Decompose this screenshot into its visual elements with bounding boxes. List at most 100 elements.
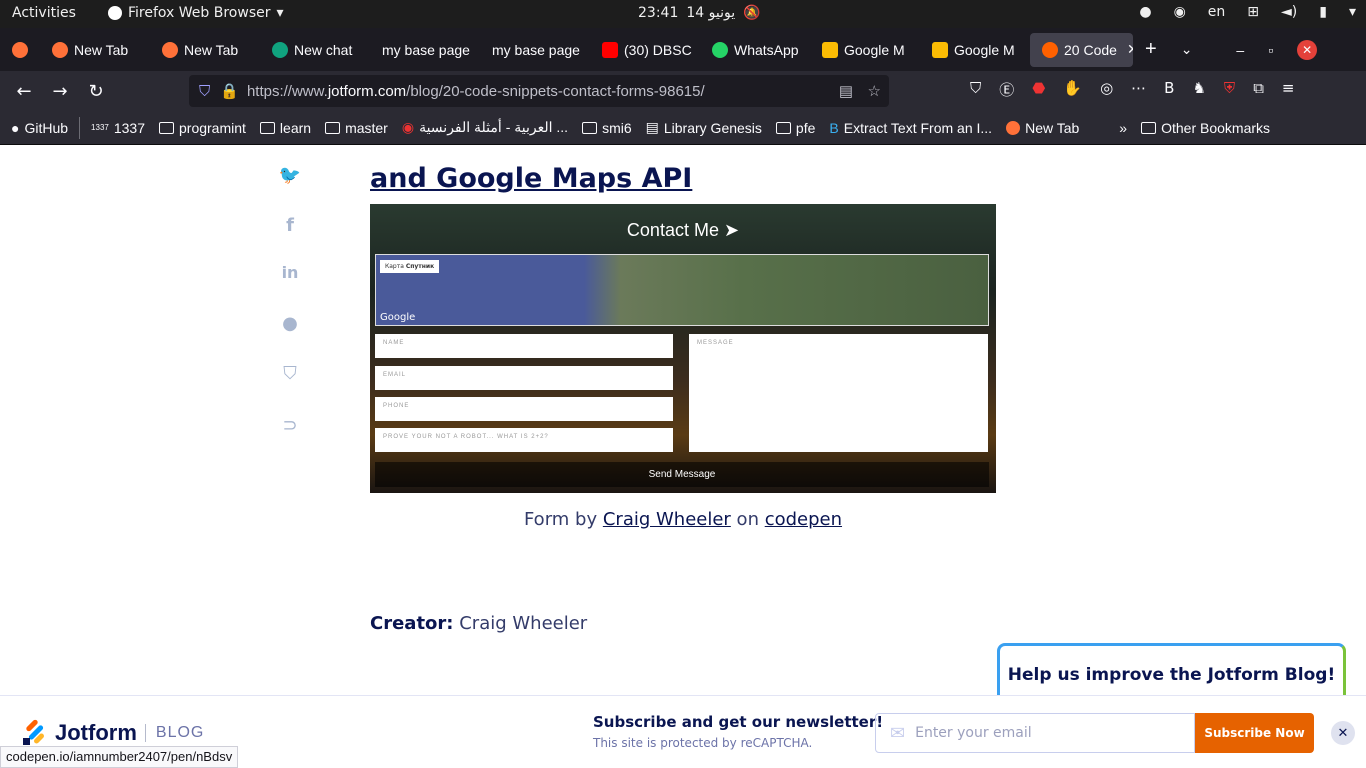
app-name: Firefox Web Browser [128,5,271,21]
lock-icon[interactable]: 🔒 [220,82,239,100]
forward-button[interactable]: → [42,75,78,107]
bookmark-label: GitHub [24,119,69,136]
tab[interactable]: my base page [480,28,590,71]
feedback-prompt[interactable]: Help us improve the Jotform Blog! [997,643,1346,703]
close-icon[interactable]: ✕ [1331,721,1355,745]
record-icon[interactable]: ◉ [1174,4,1186,20]
extension-bird-icon[interactable]: ♞ [1192,79,1205,100]
extension-e-icon[interactable]: Ⓔ [999,79,1014,100]
bookmark-folder-master[interactable]: master [318,120,395,136]
extension-b-icon[interactable]: B [1164,79,1174,100]
pocket-icon[interactable]: ⛉ [970,79,981,100]
reload-button[interactable]: ↻ [78,75,114,107]
bookmark-folder-programint[interactable]: programint [152,120,253,136]
bookmark-extract-text[interactable]: B Extract Text From an I... [822,120,999,136]
clock[interactable]: 23:41 14 يونيو 🔕 [638,5,761,21]
more-bookmarks-chevron-icon[interactable]: » [1112,120,1134,136]
globe-icon: ◉ [401,119,415,135]
reddit-icon[interactable]: ● [278,313,302,337]
tab[interactable]: New Tab [40,28,150,71]
email-field[interactable]: ✉ Enter your email [875,713,1195,753]
bookmark-label: smi6 [602,119,632,136]
tab[interactable]: New chat [260,28,370,71]
clock-time: 23:41 [638,5,679,21]
firefox-view-button[interactable] [0,28,40,71]
article-heading-link[interactable]: and Google Maps API [370,163,692,194]
google-meet-icon [932,41,948,58]
tab[interactable]: Google M [810,28,920,71]
recaptcha-note: This site is protected by reCAPTCHA. [593,736,813,750]
url-host: jotform.com [327,82,407,100]
jotform-icon [1042,41,1058,58]
rss-icon[interactable]: ⊃ [278,415,302,439]
back-button[interactable]: ← [6,75,42,107]
jotform-blog-logo[interactable]: Jotform BLOG [23,718,204,746]
ublock-icon[interactable]: ⛨ [1224,79,1235,100]
pocket-icon[interactable]: ⛉ [278,363,302,387]
lang-indicator[interactable]: en [1208,4,1226,20]
bookmark-label: pfe [795,119,816,136]
app-menu[interactable]: Firefox Web Browser ▾ [108,5,284,21]
new-tab-button[interactable]: + [1133,28,1169,71]
chevron-down-icon: ▾ [276,5,284,21]
tab[interactable]: WhatsApp [700,28,810,71]
battery-icon: ▮ [1319,4,1327,20]
url-prefix: https://www. [246,82,328,100]
bookmark-folder-learn[interactable]: learn [253,120,318,136]
tab[interactable]: (30) DBSC [590,28,700,71]
bookmark-arabic[interactable]: ◉ العربية - أمثلة الفرنسية ... [395,119,575,136]
bookmark-label: programint [179,119,246,136]
tab-label: my base page [382,41,470,58]
linkedin-icon[interactable]: in [278,263,302,287]
bookmark-github[interactable]: ● GitHub [4,120,75,136]
google-meet-icon [822,41,838,58]
bookmark-label: العربية - أمثلة الفرنسية ... [419,119,569,135]
system-tray[interactable]: ● ◉ en ⊞ ◄) ▮ ▾ [1139,4,1356,20]
chevron-down-icon: ▾ [1348,4,1356,20]
reader-view-icon[interactable]: ▤ [839,82,853,100]
tab-active[interactable]: 20 Code ✕ [1030,32,1133,67]
book-icon: ▤ [645,119,659,135]
menu-icon[interactable]: ≡ [1282,79,1295,100]
bookmark-1337[interactable]: 1337 1337 [84,120,152,136]
bookmark-new-tab[interactable]: New Tab [999,120,1086,136]
url-bar[interactable]: ⛉ 🔒 https://www. jotform.com/blog/20-code… [189,75,889,107]
bookmark-library-genesis[interactable]: ▤ Library Genesis [639,119,769,136]
twitter-icon[interactable]: 🐦 [278,165,302,189]
maximize-button[interactable]: ▫ [1256,28,1285,71]
adblock-icon[interactable]: ⬣ [1032,79,1045,100]
tab[interactable]: Google M [920,28,1030,71]
bookmark-folder-other[interactable]: Other Bookmarks [1134,120,1277,136]
codepen-link[interactable]: codepen [765,509,842,530]
close-window-button[interactable]: ✕ [1285,28,1329,71]
extension-dots-icon[interactable]: ⋯ [1131,79,1146,100]
bookmark-star-icon[interactable]: ☆ [868,82,881,100]
email-placeholder: Enter your email [915,725,1032,741]
creator-name: Craig Wheeler [453,613,588,634]
subscribe-button[interactable]: Subscribe Now [1195,713,1314,753]
extensions-icon[interactable]: ⧉ [1253,79,1264,100]
list-tabs-button[interactable]: ⌄ [1169,28,1205,71]
facebook-icon[interactable]: f [278,215,302,239]
b-icon: B [829,119,839,136]
extension-hand-icon[interactable]: ✋ [1063,79,1082,100]
bookmark-folder-smi6[interactable]: smi6 [575,120,639,136]
demo-phone-field: PHONE [375,397,673,421]
url-path: /blog/20-code-snippets-contact-forms-986… [406,82,705,100]
tab[interactable]: New Tab [150,28,260,71]
folder-icon [582,121,598,134]
tab[interactable]: my base page [370,28,480,71]
map-type-buttons: Карта Спутник [380,260,440,273]
tab-label: WhatsApp [734,41,799,58]
folder-icon [1141,121,1157,134]
tux-icon[interactable]: ● [1139,4,1151,20]
minimize-button[interactable]: – [1224,28,1256,71]
bookmark-label: Extract Text From an I... [843,119,993,136]
activities-button[interactable]: Activities [12,5,76,21]
shield-icon[interactable]: ⛉ [199,83,210,100]
firefox-icon [108,6,122,20]
extension-owl-icon[interactable]: ◎ [1100,79,1113,100]
author-link[interactable]: Craig Wheeler [603,509,731,530]
bookmark-folder-pfe[interactable]: pfe [769,120,822,136]
tab-label: New Tab [184,41,239,58]
